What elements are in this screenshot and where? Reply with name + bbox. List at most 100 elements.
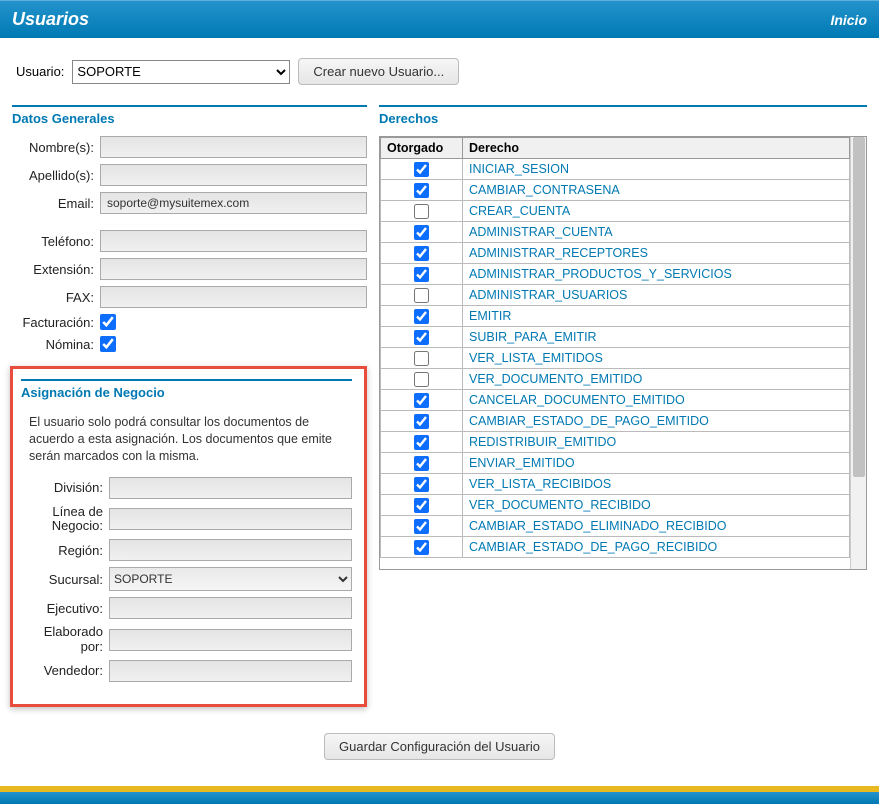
label-division: División: <box>21 480 109 495</box>
table-row: EMITIR <box>381 306 850 327</box>
table-row: CAMBIAR_CONTRASENA <box>381 180 850 201</box>
right-name: VER_LISTA_EMITIDOS <box>463 348 850 369</box>
label-linea: Línea de Negocio: <box>21 505 109 534</box>
col-otorgado: Otorgado <box>381 138 463 159</box>
footer-blue-bar <box>0 792 879 804</box>
right-checkbox[interactable] <box>414 330 429 345</box>
right-checkbox[interactable] <box>414 162 429 177</box>
right-checkbox[interactable] <box>414 204 429 219</box>
vendedor-field[interactable] <box>109 660 352 682</box>
right-checkbox[interactable] <box>414 288 429 303</box>
asignacion-highlight: Asignación de Negocio El usuario solo po… <box>10 366 367 707</box>
right-checkbox[interactable] <box>414 372 429 387</box>
right-name: VER_DOCUMENTO_EMITIDO <box>463 369 850 390</box>
table-row: REDISTRIBUIR_EMITIDO <box>381 432 850 453</box>
rights-table: Otorgado Derecho INICIAR_SESIONCAMBIAR_C… <box>380 137 850 558</box>
right-checkbox[interactable] <box>414 519 429 534</box>
label-vendedor: Vendedor: <box>21 663 109 678</box>
content-area: Usuario: SOPORTE Crear nuevo Usuario... … <box>0 38 879 786</box>
table-row: ADMINISTRAR_RECEPTORES <box>381 243 850 264</box>
table-row: CAMBIAR_ESTADO_DE_PAGO_EMITIDO <box>381 411 850 432</box>
sucursal-select[interactable]: SOPORTE <box>109 567 352 591</box>
label-fax: FAX: <box>12 290 100 305</box>
right-name: CREAR_CUENTA <box>463 201 850 222</box>
derechos-section: Derechos Otorgado Derecho INICIAR_SESION… <box>379 105 867 570</box>
derechos-title: Derechos <box>379 111 867 126</box>
scrollbar-thumb[interactable] <box>853 137 865 477</box>
table-row: CAMBIAR_ESTADO_DE_PAGO_RECIBIDO <box>381 537 850 558</box>
apellido-field[interactable] <box>100 164 367 186</box>
email-field[interactable] <box>100 192 367 214</box>
label-telefono: Teléfono: <box>12 234 100 249</box>
right-checkbox[interactable] <box>414 435 429 450</box>
extension-field[interactable] <box>100 258 367 280</box>
table-row: CREAR_CUENTA <box>381 201 850 222</box>
right-checkbox[interactable] <box>414 225 429 240</box>
right-checkbox[interactable] <box>414 393 429 408</box>
right-checkbox[interactable] <box>414 246 429 261</box>
telefono-field[interactable] <box>100 230 367 252</box>
user-select[interactable]: SOPORTE <box>72 60 290 84</box>
right-checkbox[interactable] <box>414 267 429 282</box>
footer <box>0 786 879 804</box>
right-checkbox[interactable] <box>414 477 429 492</box>
right-name: EMITIR <box>463 306 850 327</box>
fax-field[interactable] <box>100 286 367 308</box>
save-config-button[interactable]: Guardar Configuración del Usuario <box>324 733 555 760</box>
right-name: CAMBIAR_CONTRASENA <box>463 180 850 201</box>
region-field[interactable] <box>109 539 352 561</box>
elaborado-field[interactable] <box>109 629 352 651</box>
user-label: Usuario: <box>16 64 64 79</box>
label-nombre: Nombre(s): <box>12 140 100 155</box>
asignacion-helper: El usuario solo podrá consultar los docu… <box>21 410 352 477</box>
table-row: VER_LISTA_RECIBIDOS <box>381 474 850 495</box>
page-title: Usuarios <box>12 9 89 30</box>
ejecutivo-field[interactable] <box>109 597 352 619</box>
label-ejecutivo: Ejecutivo: <box>21 601 109 616</box>
label-region: Región: <box>21 543 109 558</box>
right-checkbox[interactable] <box>414 414 429 429</box>
right-name: ADMINISTRAR_PRODUCTOS_Y_SERVICIOS <box>463 264 850 285</box>
right-checkbox[interactable] <box>414 309 429 324</box>
label-extension: Extensión: <box>12 262 100 277</box>
right-checkbox[interactable] <box>414 540 429 555</box>
asignacion-section: Asignación de Negocio El usuario solo po… <box>21 379 352 682</box>
asignacion-title: Asignación de Negocio <box>21 385 352 400</box>
right-name: ADMINISTRAR_USUARIOS <box>463 285 850 306</box>
right-name: ADMINISTRAR_RECEPTORES <box>463 243 850 264</box>
right-checkbox[interactable] <box>414 351 429 366</box>
table-row: ADMINISTRAR_CUENTA <box>381 222 850 243</box>
create-user-button[interactable]: Crear nuevo Usuario... <box>298 58 459 85</box>
label-email: Email: <box>12 196 100 211</box>
home-link[interactable]: Inicio <box>830 12 867 28</box>
right-name: ENVIAR_EMITIDO <box>463 453 850 474</box>
facturacion-checkbox[interactable] <box>100 314 116 330</box>
table-row: VER_LISTA_EMITIDOS <box>381 348 850 369</box>
table-row: ENVIAR_EMITIDO <box>381 453 850 474</box>
linea-field[interactable] <box>109 508 352 530</box>
table-row: VER_DOCUMENTO_RECIBIDO <box>381 495 850 516</box>
right-name: SUBIR_PARA_EMITIR <box>463 327 850 348</box>
table-row: CAMBIAR_ESTADO_ELIMINADO_RECIBIDO <box>381 516 850 537</box>
nomina-checkbox[interactable] <box>100 336 116 352</box>
datos-generales-title: Datos Generales <box>12 111 367 126</box>
table-row: CANCELAR_DOCUMENTO_EMITIDO <box>381 390 850 411</box>
right-checkbox[interactable] <box>414 183 429 198</box>
label-elaborado: Elaborado por: <box>21 625 109 654</box>
table-row: ADMINISTRAR_USUARIOS <box>381 285 850 306</box>
right-name: ADMINISTRAR_CUENTA <box>463 222 850 243</box>
right-name: INICIAR_SESION <box>463 159 850 180</box>
nombre-field[interactable] <box>100 136 367 158</box>
division-field[interactable] <box>109 477 352 499</box>
right-name: CAMBIAR_ESTADO_DE_PAGO_RECIBIDO <box>463 537 850 558</box>
table-row: ADMINISTRAR_PRODUCTOS_Y_SERVICIOS <box>381 264 850 285</box>
rights-scrollbar[interactable] <box>850 137 866 569</box>
right-name: REDISTRIBUIR_EMITIDO <box>463 432 850 453</box>
table-row: SUBIR_PARA_EMITIR <box>381 327 850 348</box>
header-bar: Usuarios Inicio <box>0 0 879 38</box>
label-apellido: Apellido(s): <box>12 168 100 183</box>
right-name: CAMBIAR_ESTADO_DE_PAGO_EMITIDO <box>463 411 850 432</box>
right-name: CANCELAR_DOCUMENTO_EMITIDO <box>463 390 850 411</box>
right-checkbox[interactable] <box>414 456 429 471</box>
right-checkbox[interactable] <box>414 498 429 513</box>
